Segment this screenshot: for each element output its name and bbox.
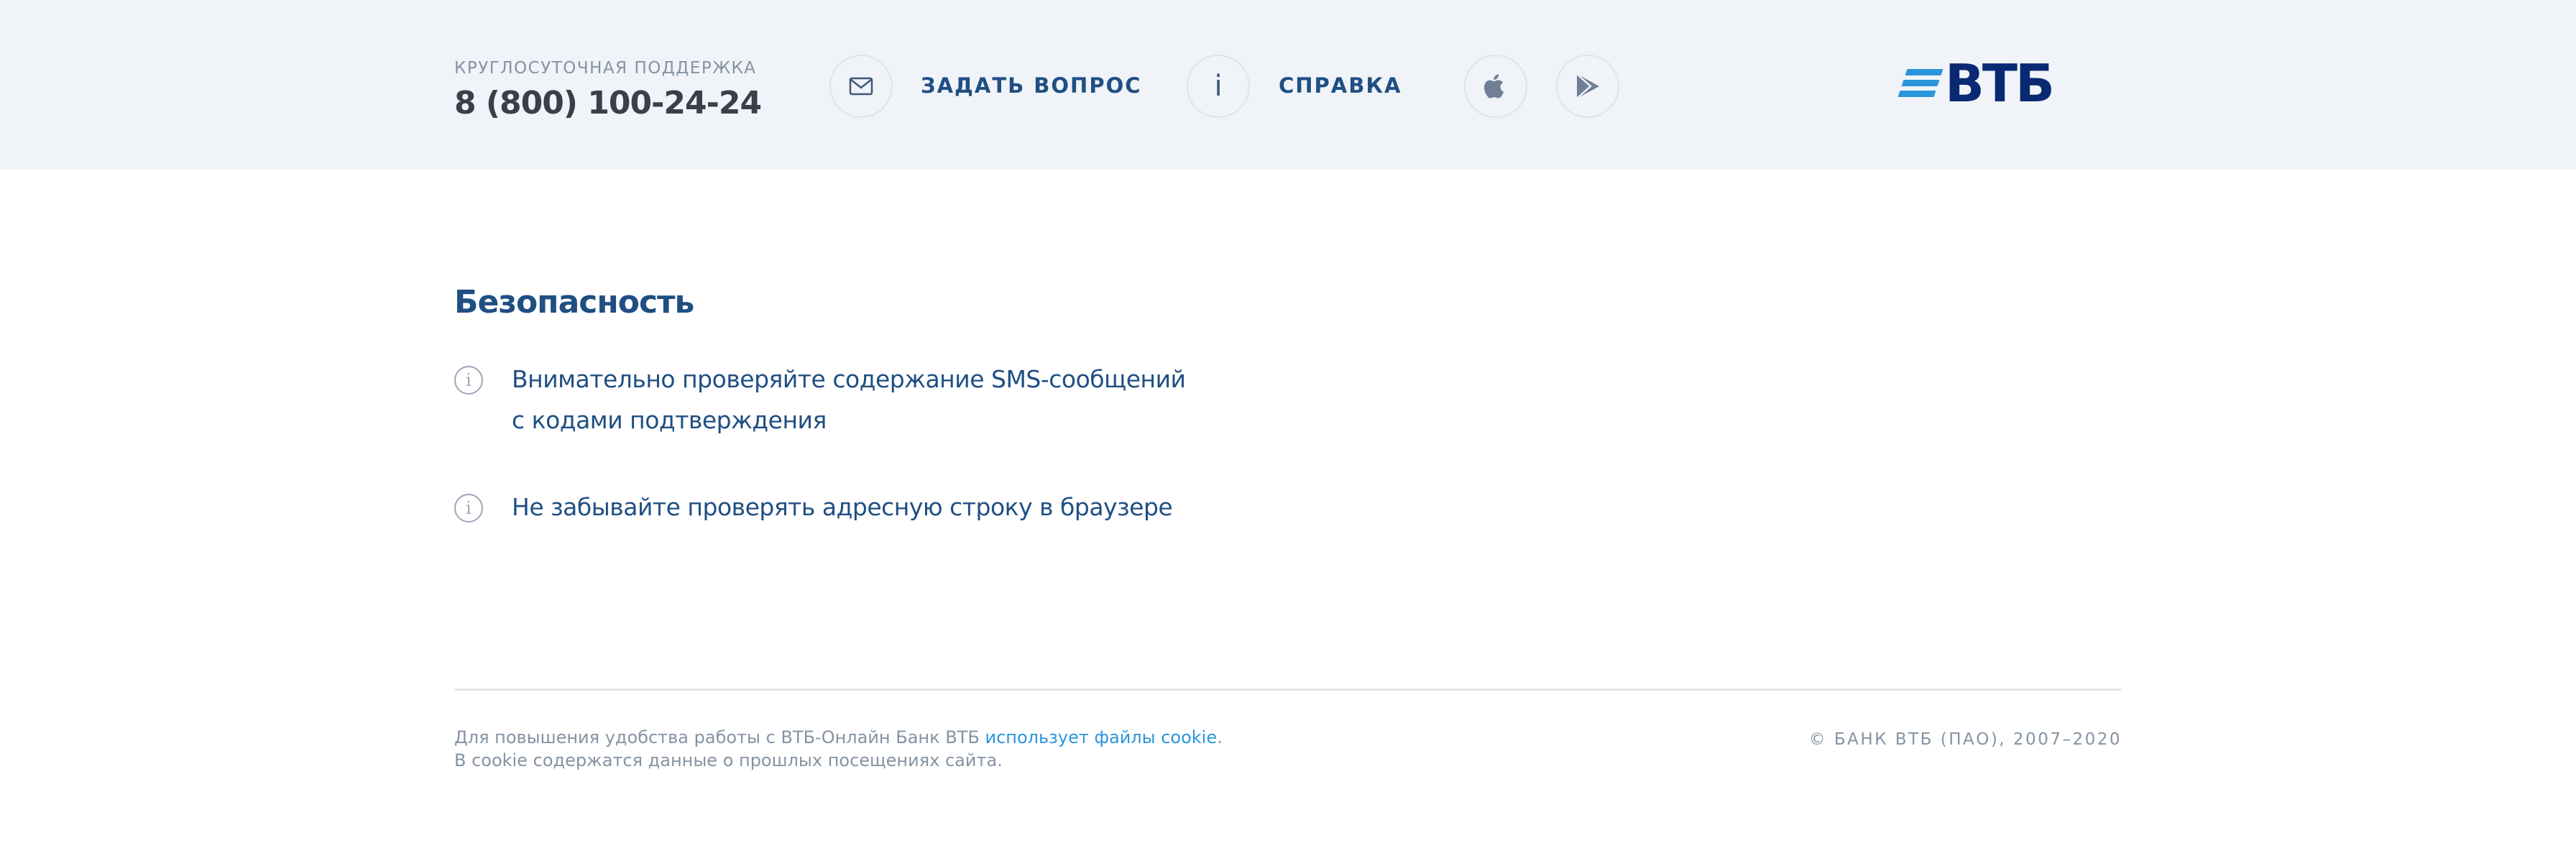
cookie-notice: Для повышения удобства работы с ВТБ-Онла… [454,727,1223,770]
ask-question-button[interactable] [829,55,893,118]
support-phone[interactable]: 8 (800) 100-24-24 [454,85,762,121]
security-title: Безопасность [454,284,694,321]
mail-icon [849,77,873,96]
help-button[interactable]: i [1187,55,1250,118]
help-link[interactable]: СПРАВКА [1279,73,1402,98]
logo-stripes-icon [1898,66,1944,101]
ask-question-link[interactable]: ЗАДАТЬ ВОПРОС [921,73,1142,98]
footer-divider [454,689,2122,691]
info-circle-icon: i [454,494,483,522]
google-play-icon [1576,73,1599,99]
security-item: i Не забывайте проверять адресную строку… [454,491,1173,528]
cookie-link[interactable]: использует файлы cookie [985,727,1217,747]
info-icon: i [1214,70,1223,103]
vtb-logo[interactable]: ВТБ [1898,53,2055,114]
support-label: КРУГЛОСУТОЧНАЯ ПОДДЕРЖКА [454,59,757,78]
apple-icon [1484,74,1504,98]
security-item: i Внимательно проверяйте содержание SMS-… [454,363,1186,441]
top-bar: КРУГЛОСУТОЧНАЯ ПОДДЕРЖКА 8 (800) 100-24-… [0,0,2576,170]
logo-text: ВТБ [1945,53,2055,114]
security-item-text: Не забывайте проверять адресную строку в… [512,493,1173,521]
google-play-button[interactable] [1556,55,1619,118]
info-circle-icon: i [454,366,483,395]
app-store-button[interactable] [1464,55,1527,118]
security-item-text: Внимательно проверяйте содержание SMS-со… [512,365,1186,434]
copyright: © БАНК ВТБ (ПАО), 2007–2020 [1808,730,2122,749]
